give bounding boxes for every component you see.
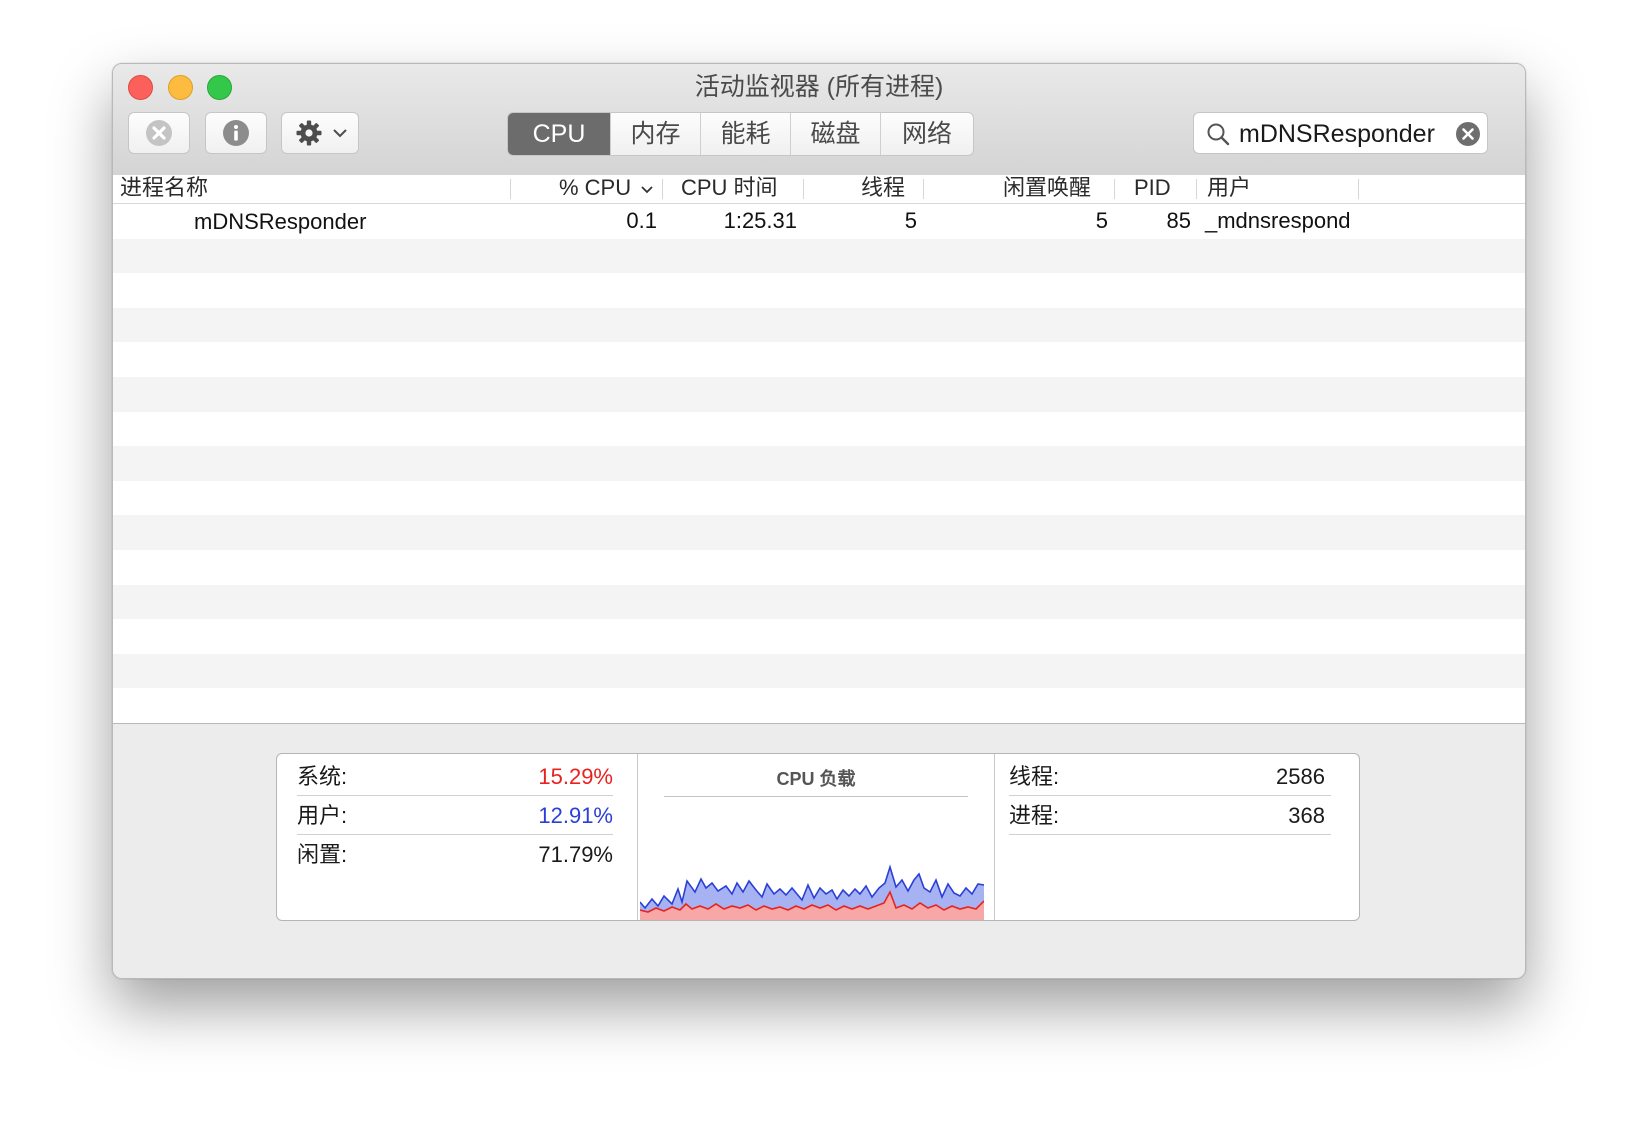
action-menu-button[interactable] [281, 112, 359, 154]
column-divider [662, 179, 663, 199]
chart-divider [664, 796, 968, 797]
tab-memory[interactable]: 内存 [610, 113, 700, 155]
stat-processes-label: 进程: [1009, 803, 1060, 828]
chevron-down-icon [333, 129, 347, 138]
cpu-usage-stats: 系统: 15.29% 用户: 12.91% 闲置: 71.79% [277, 754, 637, 920]
empty-row [113, 238, 1525, 274]
stat-threads-label: 线程: [1009, 764, 1060, 789]
column-header-idle-wakeups[interactable]: 闲置唤醒 [1003, 175, 1091, 203]
tab-cpu[interactable]: CPU [508, 113, 610, 155]
table-row[interactable]: mDNSResponder 0.1 1:25.31 5 5 85 _mdnsre… [113, 204, 1525, 239]
column-header-threads[interactable]: 线程 [861, 175, 905, 203]
column-header-cpu-label: % CPU [559, 175, 632, 200]
process-table: 进程名称 % CPU CPU 时间 线程 闲置唤醒 PID 用户 mDNSRes… [113, 175, 1525, 723]
column-header-user[interactable]: 用户 [1207, 175, 1251, 203]
toolbar: 活动监视器 (所有进程) CPU 内存 能耗 磁盘 网络 mDNSRespond… [113, 64, 1525, 176]
empty-row [113, 584, 1525, 620]
cpu-load-graph [640, 864, 984, 920]
cell-cpu: 0.1 [626, 208, 657, 233]
table-header: 进程名称 % CPU CPU 时间 线程 闲置唤醒 PID 用户 [113, 175, 1525, 204]
window-title: 活动监视器 (所有进程) [694, 73, 944, 101]
stat-system-value: 15.29% [538, 764, 613, 789]
cpu-summary-panel: 系统: 15.29% 用户: 12.91% 闲置: 71.79% CPU 负载 [276, 753, 1360, 921]
cell-user: _mdnsrespond [1205, 208, 1351, 233]
gear-icon [296, 120, 322, 146]
stat-idle: 闲置: 71.79% [297, 837, 613, 873]
stat-threads: 线程: 2586 [1009, 759, 1331, 796]
stat-processes-value: 368 [1288, 803, 1325, 828]
stat-idle-value: 71.79% [538, 842, 613, 867]
summary-area: 系统: 15.29% 用户: 12.91% 闲置: 71.79% CPU 负载 [113, 723, 1525, 978]
stat-threads-value: 2586 [1276, 764, 1325, 789]
cell-process-name: mDNSResponder [194, 209, 367, 234]
column-divider [1114, 179, 1115, 199]
column-divider [510, 179, 511, 199]
cell-idle-wakeups: 5 [1095, 208, 1108, 233]
empty-row [113, 307, 1525, 343]
cpu-load-chart: CPU 负载 [637, 754, 995, 920]
stat-idle-label: 闲置: [297, 842, 348, 867]
empty-row [113, 550, 1525, 585]
column-header-cpu-time[interactable]: CPU 时间 [681, 175, 778, 203]
cell-pid: 85 [1166, 208, 1191, 233]
column-divider [923, 179, 924, 199]
search-input[interactable]: mDNSResponder [1239, 119, 1441, 149]
search-icon [1207, 123, 1230, 146]
table-rows: mDNSResponder 0.1 1:25.31 5 5 85 _mdnsre… [113, 204, 1525, 723]
tab-energy[interactable]: 能耗 [700, 113, 790, 155]
stop-process-button[interactable] [128, 112, 190, 154]
stat-user: 用户: 12.91% [297, 798, 613, 835]
cell-threads: 5 [904, 208, 917, 233]
tab-disk[interactable]: 磁盘 [790, 113, 880, 155]
column-header-pid[interactable]: PID [1134, 175, 1171, 203]
empty-row [113, 515, 1525, 550]
inspect-process-button[interactable] [205, 112, 267, 154]
info-icon [223, 120, 249, 146]
view-tabs: CPU 内存 能耗 磁盘 网络 [507, 112, 974, 156]
process-counts: 线程: 2586 进程: 368 [995, 754, 1359, 920]
column-divider [1358, 179, 1359, 199]
stat-user-label: 用户: [297, 803, 348, 828]
cpu-load-chart-title: CPU 负载 [776, 769, 856, 789]
stat-system: 系统: 15.29% [297, 759, 613, 796]
sort-descending-icon [641, 186, 653, 194]
stat-processes: 进程: 368 [1009, 798, 1331, 835]
clear-search-icon[interactable] [1455, 121, 1481, 147]
empty-row [113, 412, 1525, 447]
tab-network[interactable]: 网络 [880, 113, 973, 155]
empty-row [113, 342, 1525, 377]
empty-row [113, 376, 1525, 412]
empty-row [113, 688, 1525, 723]
stat-system-label: 系统: [297, 764, 348, 789]
column-divider [803, 179, 804, 199]
empty-row [113, 446, 1525, 481]
stat-user-value: 12.91% [538, 803, 613, 828]
activity-monitor-window: 活动监视器 (所有进程) CPU 内存 能耗 磁盘 网络 mDNSRespond… [112, 63, 1526, 979]
cell-cpu-time: 1:25.31 [723, 208, 797, 233]
empty-row [113, 273, 1525, 308]
search-field[interactable]: mDNSResponder [1193, 112, 1488, 154]
stop-process-icon [146, 120, 172, 146]
empty-row [113, 653, 1525, 689]
column-header-process-name[interactable]: 进程名称 [120, 175, 208, 203]
empty-row [113, 481, 1525, 516]
empty-row [113, 619, 1525, 654]
column-header-cpu[interactable]: % CPU [559, 175, 654, 203]
column-divider [1196, 179, 1197, 199]
